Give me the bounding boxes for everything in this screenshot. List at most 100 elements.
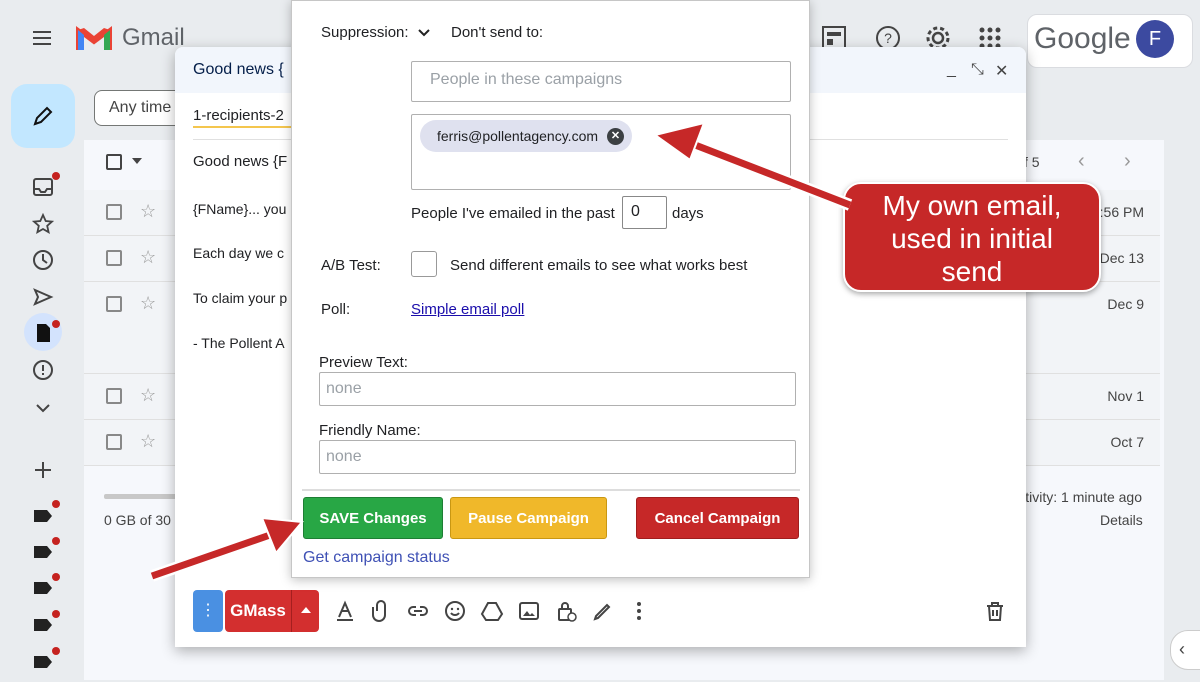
days-input[interactable]: 0 bbox=[622, 196, 667, 229]
row-checkbox[interactable] bbox=[106, 388, 122, 404]
label-icon[interactable] bbox=[32, 614, 54, 636]
body-line[interactable]: To claim your p bbox=[193, 290, 287, 306]
google-brand-text: Google bbox=[1034, 22, 1131, 55]
label-icon[interactable] bbox=[32, 505, 54, 527]
callout-line: My own email, bbox=[882, 190, 1062, 221]
gmass-send-button[interactable]: GMass bbox=[225, 590, 291, 632]
storage-text: 0 GB of 30 bbox=[104, 512, 171, 528]
row-checkbox[interactable] bbox=[106, 250, 122, 266]
compose-window: Good news { _ ⤡ ✕ 1-recipients-2 Good ne… bbox=[175, 0, 1026, 647]
pause-campaign-button[interactable]: Pause Campaign bbox=[450, 497, 607, 539]
subject-field[interactable]: Good news {F bbox=[193, 153, 287, 170]
label-dot bbox=[52, 537, 60, 545]
gmail-brand-text: Gmail bbox=[122, 24, 185, 51]
row-checkbox[interactable] bbox=[106, 434, 122, 450]
dont-send-label: Don't send to: bbox=[451, 24, 544, 41]
suppression-chevron-down-icon[interactable] bbox=[418, 28, 430, 38]
star-icon[interactable]: ☆ bbox=[140, 247, 156, 268]
divider bbox=[302, 489, 800, 491]
star-icon[interactable]: ☆ bbox=[140, 431, 156, 452]
label-icon[interactable] bbox=[32, 541, 54, 563]
row-date: Dec 13 bbox=[1099, 250, 1144, 266]
body-line[interactable]: - The Pollent A bbox=[193, 335, 285, 351]
recipients-underline bbox=[193, 126, 293, 128]
insert-link-icon[interactable] bbox=[406, 599, 430, 623]
save-changes-button[interactable]: SAVE Changes bbox=[303, 497, 443, 539]
google-drive-icon[interactable] bbox=[480, 599, 504, 623]
exit-fullscreen-icon[interactable]: ⤡ bbox=[971, 61, 984, 79]
add-label-plus-icon[interactable] bbox=[32, 459, 54, 481]
last-activity-text: tivity: 1 minute ago bbox=[1025, 489, 1142, 505]
label-dot bbox=[52, 647, 60, 655]
avatar[interactable]: F bbox=[1136, 20, 1174, 58]
chevron-left-icon: ‹ bbox=[1179, 639, 1185, 659]
text-format-icon[interactable] bbox=[333, 599, 357, 623]
suppression-label: Suppression: bbox=[321, 24, 409, 41]
more-options-icon[interactable] bbox=[627, 599, 651, 623]
unread-dot bbox=[52, 172, 60, 180]
star-icon[interactable]: ☆ bbox=[140, 201, 156, 222]
remove-chip-close-icon[interactable]: ✕ bbox=[607, 128, 625, 145]
row-date: Nov 1 bbox=[1107, 388, 1144, 404]
row-checkbox[interactable] bbox=[106, 204, 122, 220]
row-date: Oct 7 bbox=[1110, 434, 1144, 450]
inbox-icon[interactable] bbox=[32, 176, 54, 198]
drafts-icon[interactable] bbox=[32, 322, 54, 344]
ab-test-description: Send different emails to see what works … bbox=[450, 257, 748, 274]
starred-icon[interactable] bbox=[32, 213, 54, 235]
discard-trash-icon[interactable] bbox=[983, 599, 1007, 623]
email-suppression-input[interactable]: ferris@pollentagency.com ✕ bbox=[411, 114, 791, 190]
callout-line: send bbox=[941, 256, 1003, 287]
select-dropdown-icon[interactable] bbox=[132, 158, 142, 164]
row-checkbox[interactable] bbox=[106, 296, 122, 312]
star-icon[interactable]: ☆ bbox=[140, 385, 156, 406]
cancel-campaign-button[interactable]: Cancel Campaign bbox=[636, 497, 799, 539]
side-panel-toggle[interactable]: ‹ bbox=[1170, 630, 1200, 670]
label-dot bbox=[52, 610, 60, 618]
row-date: :56 PM bbox=[1099, 204, 1144, 220]
gmass-settings-panel: Suppression: Don't send to: People in th… bbox=[291, 0, 810, 578]
gmass-settings-toggle[interactable] bbox=[291, 590, 319, 632]
recipients-field[interactable]: 1-recipients-2 bbox=[193, 107, 284, 124]
email-chip[interactable]: ferris@pollentagency.com ✕ bbox=[420, 120, 633, 152]
get-campaign-status-link[interactable]: Get campaign status bbox=[303, 549, 450, 567]
compose-button[interactable] bbox=[11, 84, 75, 148]
preview-text-input[interactable]: none bbox=[319, 372, 796, 406]
prev-page-chevron-icon[interactable]: ‹ bbox=[1078, 150, 1085, 173]
ab-test-checkbox[interactable] bbox=[411, 251, 437, 277]
body-line[interactable]: Each day we c bbox=[193, 245, 284, 261]
friendly-name-input[interactable]: none bbox=[319, 440, 796, 474]
emailed-past-label: People I've emailed in the past bbox=[411, 205, 615, 222]
hamburger-menu-icon[interactable] bbox=[30, 26, 54, 50]
label-icon[interactable] bbox=[32, 577, 54, 599]
more-chevron-down-icon[interactable] bbox=[32, 397, 54, 419]
attach-paperclip-icon[interactable] bbox=[369, 599, 393, 623]
days-label: days bbox=[672, 205, 704, 222]
compose-title: Good news { bbox=[193, 61, 284, 78]
simple-email-poll-link[interactable]: Simple email poll bbox=[411, 301, 524, 318]
confidential-lock-icon[interactable] bbox=[554, 599, 578, 623]
select-all-checkbox[interactable] bbox=[106, 154, 122, 170]
sent-icon[interactable] bbox=[32, 286, 54, 308]
storage-bar bbox=[104, 494, 180, 499]
emoji-icon[interactable] bbox=[443, 599, 467, 623]
label-icon[interactable] bbox=[32, 651, 54, 673]
minimize-icon[interactable]: _ bbox=[947, 61, 956, 79]
campaigns-suppression-input[interactable]: People in these campaigns bbox=[411, 61, 791, 102]
insert-photo-icon[interactable] bbox=[517, 599, 541, 623]
poll-label: Poll: bbox=[321, 301, 351, 318]
close-icon[interactable]: ✕ bbox=[995, 61, 1008, 81]
next-page-chevron-icon[interactable]: › bbox=[1124, 150, 1131, 173]
drafts-dot bbox=[52, 320, 60, 328]
body-line[interactable]: {FName}... you bbox=[193, 201, 286, 217]
annotation-callout: My own email, used in initial send bbox=[843, 182, 1101, 292]
callout-line: used in initial bbox=[891, 223, 1053, 254]
preview-text-label: Preview Text: bbox=[319, 354, 408, 371]
snoozed-clock-icon[interactable] bbox=[32, 249, 54, 271]
details-link[interactable]: Details bbox=[1100, 512, 1143, 528]
spam-icon[interactable] bbox=[32, 359, 54, 381]
signature-pen-icon[interactable] bbox=[591, 599, 615, 623]
ab-test-label: A/B Test: bbox=[321, 257, 381, 274]
gmass-settings-button[interactable]: ⋮ bbox=[193, 590, 223, 632]
star-icon[interactable]: ☆ bbox=[140, 293, 156, 314]
